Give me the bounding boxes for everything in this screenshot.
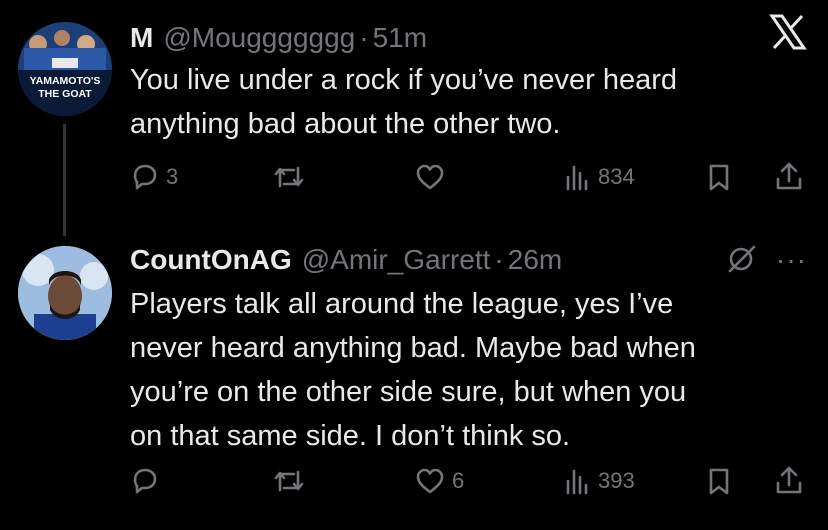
views-count: 834 <box>598 164 635 189</box>
x-logo-icon[interactable] <box>768 14 808 55</box>
handle[interactable]: @Mouggggggg <box>163 22 355 54</box>
bookmark-icon <box>705 162 733 192</box>
like-button[interactable]: 6 <box>414 466 464 496</box>
display-name[interactable]: M <box>130 22 153 54</box>
display-name[interactable]: CountOnAG <box>130 244 292 276</box>
handle[interactable]: @Amir_Garrett <box>302 244 491 276</box>
share-icon <box>774 464 804 496</box>
separator: · <box>494 244 504 275</box>
timestamp[interactable]: 26m <box>508 244 562 276</box>
heart-icon <box>414 466 446 496</box>
avatar-caption-line2: THE GOAT <box>38 88 92 100</box>
heart-icon <box>414 162 446 192</box>
views-icon <box>564 162 592 192</box>
share-button[interactable] <box>774 464 804 496</box>
avatar[interactable]: YAMAMOTO'S THE GOAT <box>18 22 112 116</box>
views-button[interactable]: 393 <box>564 466 635 496</box>
retweet-icon <box>272 466 306 496</box>
action-bar: 3 834 <box>0 158 828 198</box>
tweet-header: CountOnAG @Amir_Garrett · 26m <box>130 240 562 280</box>
reply-button[interactable] <box>130 466 166 496</box>
reply-icon <box>130 466 160 496</box>
share-button[interactable] <box>774 160 804 192</box>
reply-button[interactable]: 3 <box>130 162 178 192</box>
avatar[interactable] <box>18 246 112 340</box>
views-button[interactable]: 834 <box>564 162 635 192</box>
share-icon <box>774 160 804 192</box>
bookmark-icon <box>705 466 733 496</box>
grok-icon[interactable] <box>724 242 758 281</box>
retweet-button[interactable] <box>272 466 312 496</box>
views-count: 393 <box>598 468 635 493</box>
views-icon <box>564 466 592 496</box>
timestamp[interactable]: 51m <box>373 22 427 54</box>
tweet-text: You live under a rock if you’ve never he… <box>130 64 678 140</box>
reply-icon <box>130 162 160 192</box>
like-button[interactable] <box>414 162 452 192</box>
more-icon[interactable]: ··· <box>776 244 807 276</box>
bookmark-button[interactable] <box>705 466 733 496</box>
tweet-text: Players talk all around the league, yes … <box>130 288 696 452</box>
tweet-header: M @Mouggggggg · 51m <box>130 18 427 58</box>
avatar-caption-line1: YAMAMOTO'S <box>30 75 101 87</box>
retweet-icon <box>272 162 306 192</box>
reply-count: 3 <box>166 164 179 189</box>
separator: · <box>359 22 369 53</box>
retweet-button[interactable] <box>272 162 312 192</box>
bookmark-button[interactable] <box>705 162 733 192</box>
action-bar: 6 393 <box>0 462 828 502</box>
like-count: 6 <box>452 468 465 493</box>
